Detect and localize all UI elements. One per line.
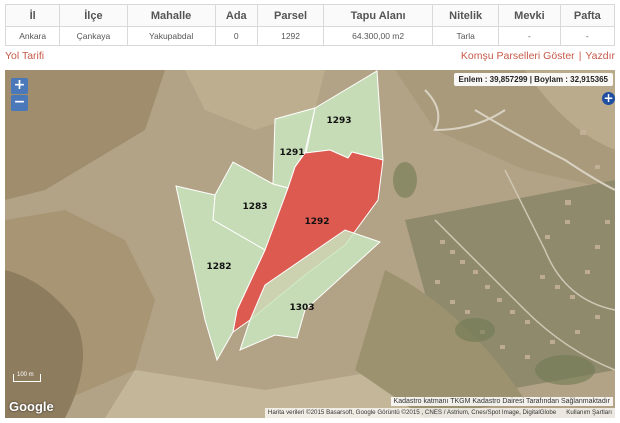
cell-ilce: Çankaya (59, 26, 128, 46)
header-parsel: Parsel (256, 4, 325, 27)
show-neighbor-parcels-link[interactable]: Komşu Parselleri Göster (461, 50, 575, 62)
header-nitelik: Nitelik (432, 4, 500, 27)
cell-nitelik: Tarla (432, 26, 500, 46)
parcel-info-table: İl İlçe Mahalle Ada Parsel Tapu Alanı Ni… (4, 4, 616, 46)
zoom-in-button[interactable]: + (11, 78, 28, 94)
parcel-label-1303: 1303 (289, 303, 314, 313)
table-row: Ankara Çankaya Yakupabdal 0 1292 64.300,… (4, 26, 616, 46)
parcel-label-1283: 1283 (242, 202, 267, 212)
header-ada: Ada (214, 4, 258, 27)
scale-label: 100 m (17, 372, 34, 378)
cell-mevki: - (498, 26, 561, 46)
table-header-row: İl İlçe Mahalle Ada Parsel Tapu Alanı Ni… (4, 4, 616, 27)
satellite-map[interactable]: 1293 1291 1283 1292 1282 1303 + − Enlem … (5, 70, 615, 418)
parcel-label-1292: 1292 (304, 217, 329, 227)
parcel-label-1293: 1293 (326, 116, 351, 126)
print-link[interactable]: Yazdır (585, 50, 615, 62)
terms-of-use-link[interactable]: Kullanım Şartları (566, 409, 612, 416)
cell-mahalle: Yakupabdal (126, 26, 216, 46)
header-ilce: İlçe (59, 4, 128, 27)
header-tapu-alani: Tapu Alanı (323, 4, 434, 27)
header-mahalle: Mahalle (126, 4, 216, 27)
cell-pafta: - (559, 26, 616, 46)
link-separator: | (578, 50, 582, 62)
map-actions: Komşu Parselleri Göster | Yazdır (461, 50, 615, 62)
parcel-label-1291: 1291 (279, 148, 304, 158)
cell-ada: 0 (214, 26, 258, 46)
google-logo: Google (9, 399, 54, 414)
zoom-controls: + − (11, 78, 28, 112)
cell-tapu-alani: 64.300,00 m2 (323, 26, 434, 46)
cell-il: Ankara (4, 26, 61, 46)
zoom-out-button[interactable]: − (11, 95, 28, 111)
header-il: İl (4, 4, 61, 27)
route-link[interactable]: Yol Tarifi (5, 50, 44, 62)
plus-icon[interactable]: + (602, 92, 615, 105)
cell-parsel: 1292 (256, 26, 325, 46)
map-links-row: Yol Tarifi Komşu Parselleri Göster | Yazdı… (5, 48, 615, 64)
map-attribution: Harita verileri ©2015 Basarsoft, Google … (264, 408, 615, 418)
attribution-text: Harita verileri ©2015 Basarsoft, Google … (267, 409, 557, 416)
cadastre-notice: Kadastro katmanı TKGM Kadastro Dairesi T… (390, 397, 613, 406)
header-mevki: Mevki (498, 4, 561, 27)
map-imagery: 1293 1291 1283 1292 1282 1303 (5, 70, 615, 418)
parcel-label-1282: 1282 (206, 262, 231, 272)
coordinates-readout: Enlem : 39,857299 | Boylam : 32,915365 (453, 73, 613, 86)
header-pafta: Pafta (559, 4, 616, 27)
